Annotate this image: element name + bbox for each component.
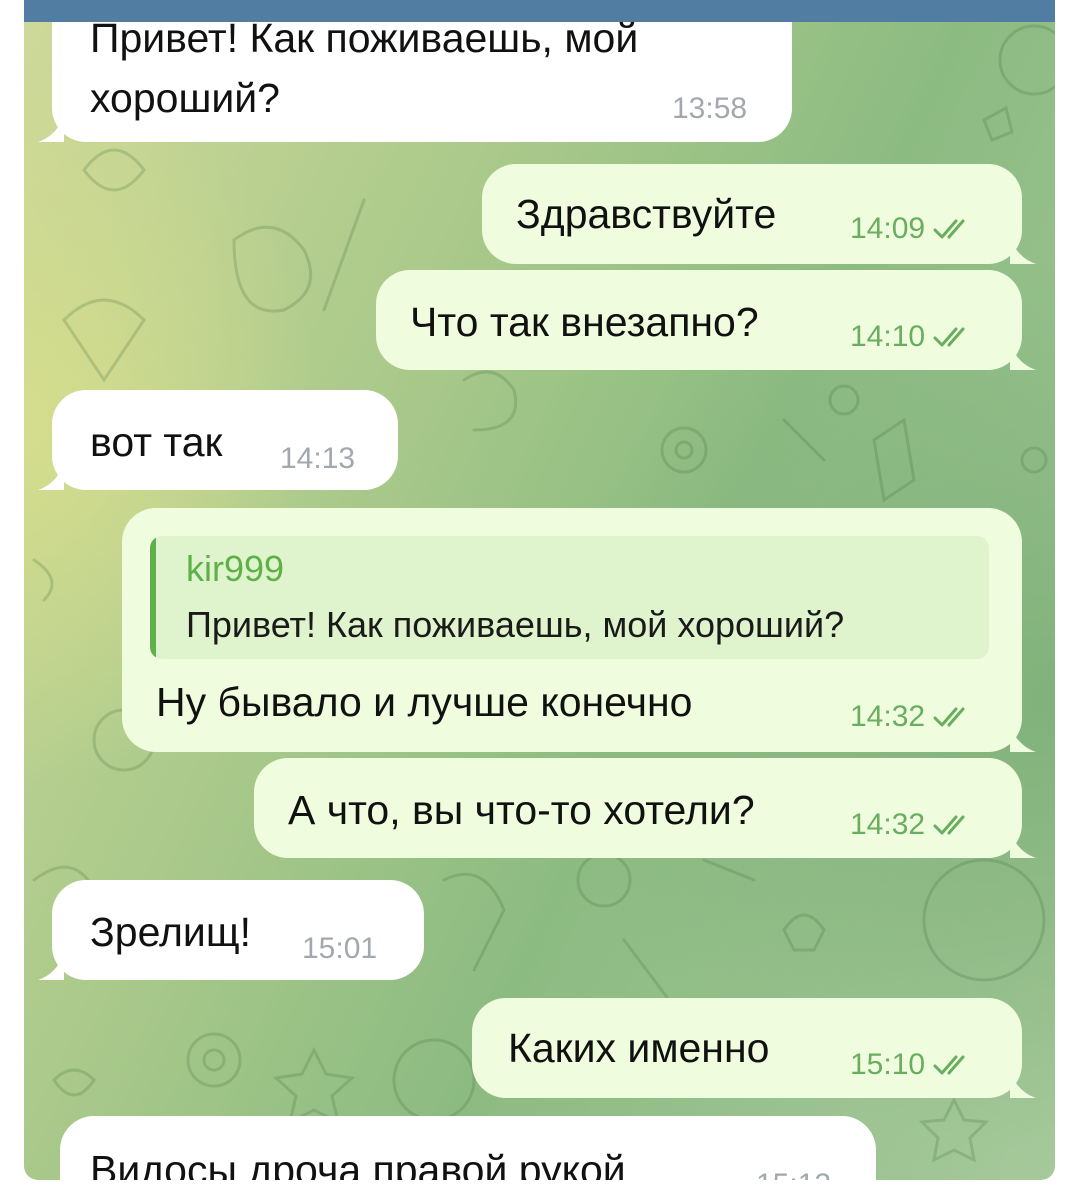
- reply-quote[interactable]: kir999 Привет! Как поживаешь, мой хороши…: [150, 536, 989, 659]
- double-check-icon: [933, 219, 965, 239]
- message-time: 14:09: [850, 212, 926, 245]
- message-text: Что так внезапно?: [410, 299, 759, 345]
- bubble-tail: [38, 954, 64, 980]
- message-time: 14:32: [850, 700, 926, 733]
- bubble-tail: [1010, 238, 1036, 264]
- message-meta: 14:13: [280, 442, 355, 476]
- bubble-tail: [38, 464, 64, 490]
- message-bubble-outgoing[interactable]: Каких именно 15:10: [472, 998, 1036, 1098]
- message-text: вот так: [90, 419, 223, 465]
- message-meta: 14:09: [850, 212, 973, 246]
- message-time: 13:58: [672, 92, 748, 125]
- bubble-tail: [1010, 344, 1036, 370]
- message-time: 15:01: [302, 932, 378, 965]
- double-check-icon: [933, 707, 965, 727]
- message-time: 14:10: [850, 320, 926, 353]
- message-meta: 14:32: [850, 700, 973, 734]
- message-text: А что, вы что-то хотели?: [288, 787, 755, 833]
- bubble-tail: [1010, 832, 1036, 858]
- message-meta: 14:32: [850, 808, 973, 842]
- double-check-icon: [933, 815, 965, 835]
- bubble-tail: [1010, 1072, 1036, 1098]
- message-bubble-outgoing[interactable]: А что, вы что-то хотели? 14:32: [254, 758, 1036, 858]
- message-bubble-incoming[interactable]: вот так 14:13: [38, 390, 398, 490]
- message-text: Здравствуйте: [516, 191, 777, 237]
- chat-wallpaper: Привет! Как поживаешь, мой хороший? 13:5…: [24, 0, 1055, 1180]
- message-bubble-incoming[interactable]: Зрелищ! 15:01: [38, 880, 424, 980]
- message-bubble-outgoing[interactable]: kir999 Привет! Как поживаешь, мой хороши…: [122, 508, 1036, 752]
- bubble-tail: [38, 116, 64, 142]
- message-text: Ну бывало и лучше конечно: [156, 679, 693, 725]
- message-text: Видосы дроча правой рукой: [90, 1147, 626, 1180]
- message-time: 15:12: [756, 1168, 831, 1180]
- message-meta: 15:12: [756, 1168, 831, 1180]
- reply-text: Привет! Как поживаешь, мой хороший?: [186, 604, 845, 645]
- message-meta: 14:10: [850, 320, 973, 354]
- double-check-icon: [933, 1055, 965, 1075]
- message-bubble-outgoing[interactable]: Здравствуйте 14:09: [482, 164, 1036, 264]
- chat-header-edge: [24, 0, 1055, 22]
- message-time: 14:32: [850, 808, 926, 841]
- message-meta: 13:58: [672, 92, 747, 126]
- reply-accent-bar: [150, 536, 156, 659]
- message-meta: 15:10: [850, 1048, 973, 1082]
- screen-bottom-edge: [24, 1180, 1055, 1194]
- message-bubble-incoming[interactable]: Видосы дроча правой рукой 15:12: [60, 1116, 876, 1180]
- message-time: 14:13: [280, 442, 356, 475]
- message-meta: 15:01: [302, 932, 377, 966]
- double-check-icon: [933, 327, 965, 347]
- message-text: Каких именно: [508, 1025, 770, 1071]
- message-text: Зрелищ!: [90, 909, 251, 955]
- reply-author: kir999: [186, 548, 285, 589]
- message-bubble-outgoing[interactable]: Что так внезапно? 14:10: [376, 270, 1036, 370]
- message-time: 15:10: [850, 1048, 926, 1081]
- bubble-tail: [1010, 726, 1036, 752]
- message-text-line: хороший?: [90, 75, 280, 121]
- telegram-chat-screen: Привет! Как поживаешь, мой хороший? 13:5…: [0, 0, 1079, 1194]
